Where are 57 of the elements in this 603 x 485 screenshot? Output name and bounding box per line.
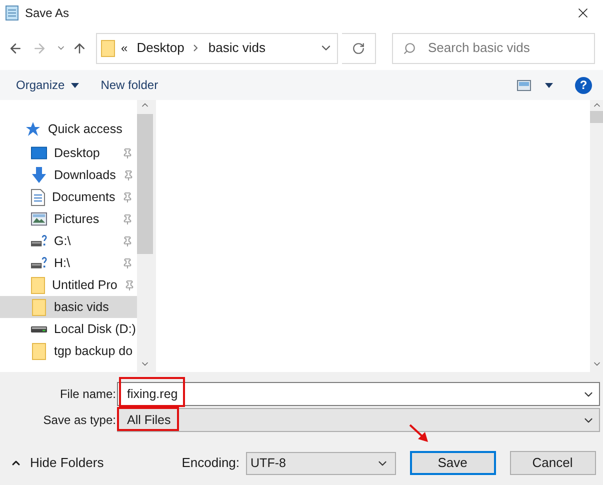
scrollbar[interactable]	[137, 100, 153, 372]
sidebar-item[interactable]: Documents	[0, 186, 137, 208]
search-field[interactable]: Search basic vids	[392, 32, 595, 64]
breadcrumb[interactable]: basic vids	[205, 38, 268, 58]
scrollbar[interactable]	[590, 100, 603, 372]
folder-icon	[101, 40, 115, 56]
encoding-dropdown[interactable]: UTF-8	[246, 452, 396, 474]
save-type-label: Save as type:	[42, 412, 117, 429]
picture-icon	[31, 212, 47, 226]
drive-icon	[31, 234, 47, 248]
folder-icon	[32, 342, 46, 360]
sidebar-item[interactable]: Pictures	[0, 208, 137, 230]
encoding-label: Encoding:	[182, 454, 240, 472]
sidebar-item[interactable]: Untitled Pro	[0, 274, 137, 296]
help-button[interactable]: ?	[575, 76, 592, 94]
caret-icon	[545, 82, 553, 88]
document-icon	[31, 188, 45, 206]
highlight-box	[117, 407, 179, 431]
file-name-input[interactable]: fixing.reg	[127, 384, 582, 404]
search-input[interactable]: Search basic vids	[428, 38, 578, 58]
save-type-dropdown[interactable]: All Files	[117, 408, 600, 432]
folder-icon	[31, 276, 45, 294]
view-icon	[517, 80, 531, 90]
breadcrumb[interactable]: Desktop	[134, 38, 188, 58]
sidebar-item[interactable]: G:\	[0, 230, 137, 252]
sidebar-item[interactable]: H:\	[0, 252, 137, 274]
file-name-label: File name:	[58, 386, 117, 403]
sidebar-item[interactable]: Quick access	[0, 118, 137, 140]
notepad-icon	[5, 5, 19, 21]
forward-arrow-icon	[32, 40, 47, 56]
drive-icon	[31, 256, 47, 270]
file-name-field[interactable]: fixing.reg	[117, 382, 600, 406]
sidebar-item[interactable]: tgp backup do	[0, 340, 137, 362]
save-button[interactable]: Save	[410, 451, 496, 475]
scroll-thumb[interactable]	[137, 114, 153, 254]
download-arrow-icon	[31, 167, 47, 183]
sidebar-item[interactable]: Desktop	[0, 142, 137, 164]
chevron-right-icon	[193, 44, 200, 52]
window-title: Save As	[25, 5, 70, 22]
folder-icon	[32, 298, 46, 316]
star-icon	[25, 121, 41, 137]
organize-menu[interactable]: Organize	[16, 76, 79, 94]
address-bar[interactable]: « Desktop basic vids	[96, 32, 338, 64]
search-icon	[403, 42, 416, 54]
cancel-button[interactable]: Cancel	[510, 451, 596, 475]
sidebar-item[interactable]: basic vids	[0, 296, 137, 318]
caret-icon	[70, 82, 79, 88]
view-options-button[interactable]	[517, 80, 553, 90]
sidebar-item[interactable]: Downloads	[0, 164, 137, 186]
new-folder-button[interactable]: New folder	[100, 76, 158, 94]
sidebar-item[interactable]: Local Disk (D:)	[0, 318, 137, 340]
refresh-button[interactable]	[342, 32, 376, 64]
refresh-icon	[352, 42, 365, 54]
hide-folders-button[interactable]: Hide Folders	[10, 453, 104, 473]
overflow-chevron[interactable]: «	[121, 39, 128, 57]
monitor-icon	[31, 146, 47, 160]
scroll-thumb[interactable]	[590, 111, 603, 123]
